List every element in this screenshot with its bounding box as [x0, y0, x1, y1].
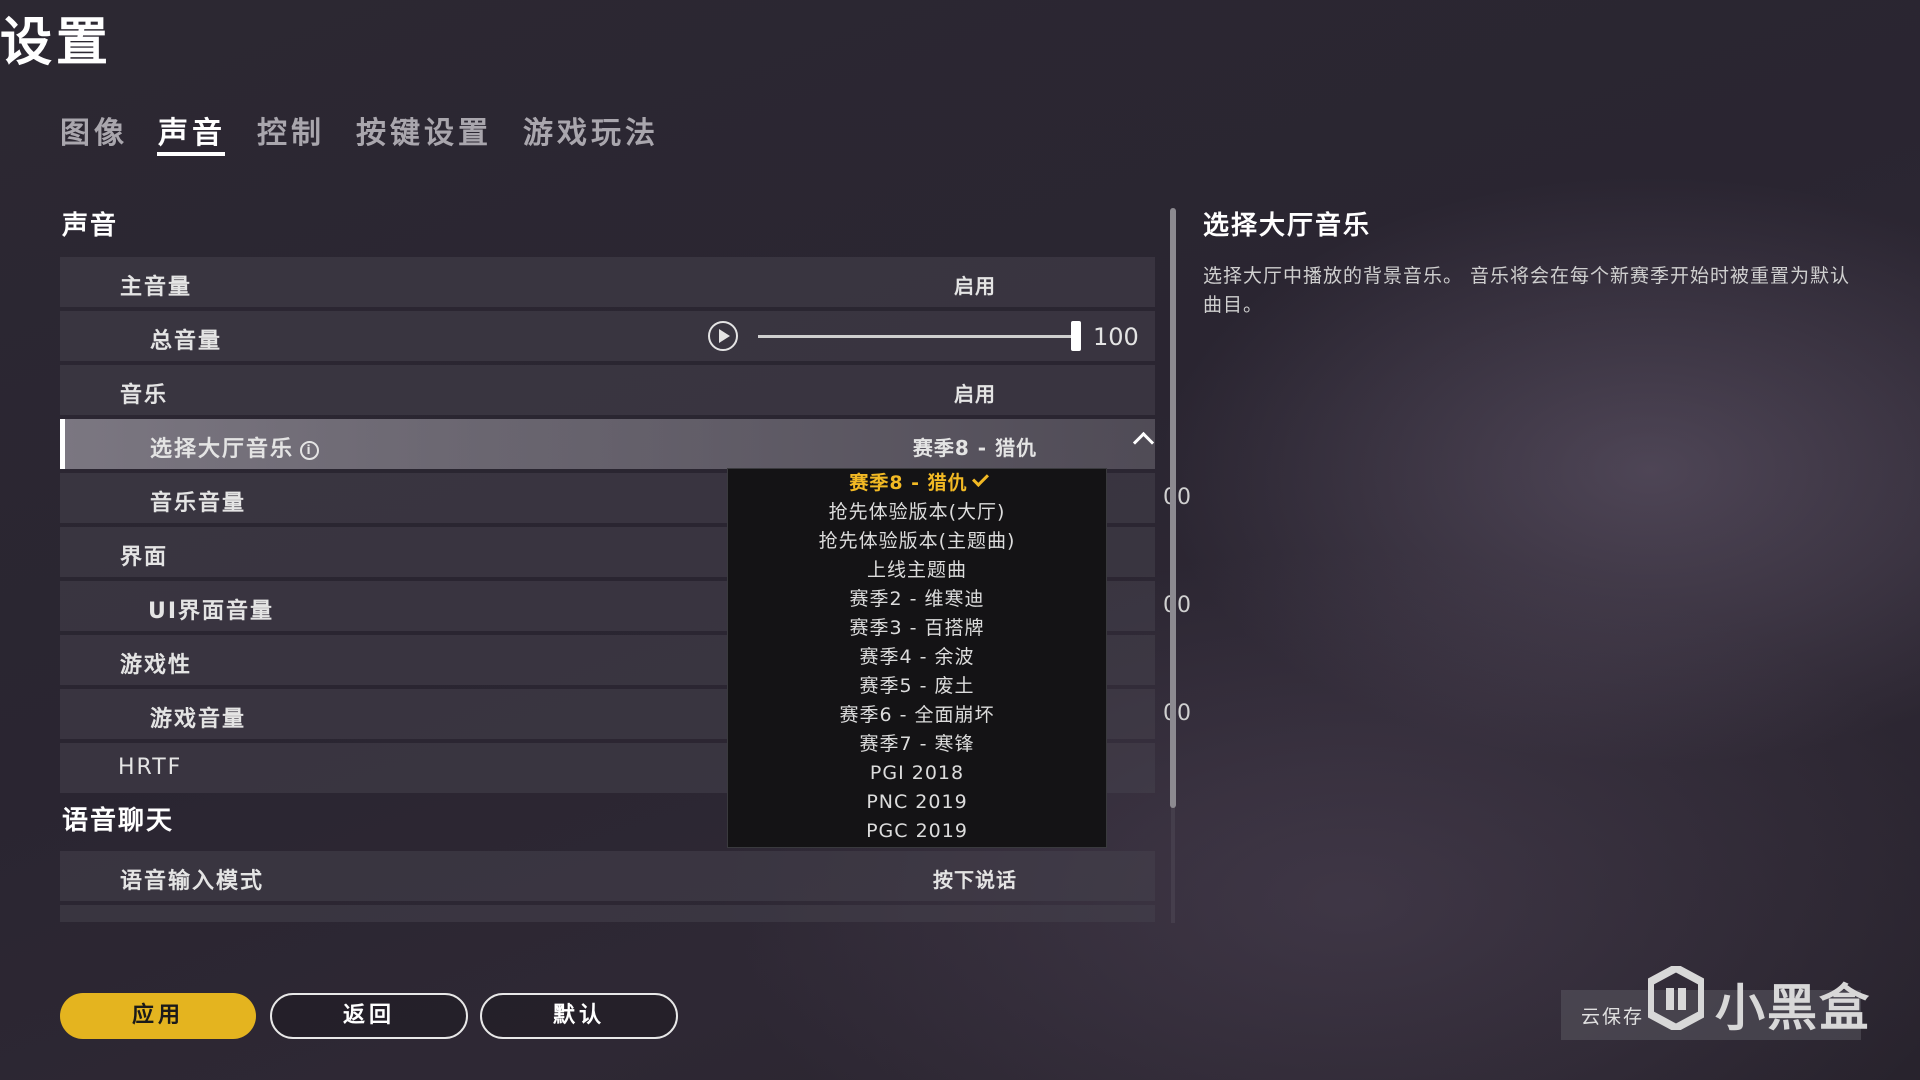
watermark-logo-text: 小黑盒: [1715, 979, 1871, 1037]
info-icon[interactable]: i: [300, 441, 320, 460]
dropdown-option[interactable]: PGI 2018: [728, 759, 1106, 788]
volume-slider-fill: [758, 335, 1078, 338]
setting-value: 赛季8 - 猎仇: [912, 436, 1038, 460]
dropdown-option-label: 抢先体验版本(主题曲): [818, 530, 1016, 552]
lobby-music-dropdown[interactable]: 赛季8 - 猎仇抢先体验版本(大厅) 抢先体验版本(主题曲) 上线主题曲赛季2 - …: [727, 468, 1107, 848]
dropdown-option[interactable]: PGC 2019: [728, 817, 1106, 846]
setting-label-lobby-music: 选择大厅音乐 i: [150, 431, 320, 463]
setting-label: 音乐音量: [150, 491, 247, 516]
dropdown-option-label: 赛季5 - 废土: [859, 675, 975, 697]
setting-label: UI界面音量: [148, 599, 275, 624]
setting-label: 音乐: [120, 383, 169, 408]
page-title: 设置: [0, 13, 113, 73]
dropdown-option-label: 抢先体验版本(大厅): [828, 501, 1006, 523]
tab-sound[interactable]: 声音: [158, 108, 226, 152]
description-title: 选择大厅音乐: [1203, 211, 1372, 241]
setting-label: 游戏性: [120, 653, 193, 678]
dropdown-option[interactable]: 赛季3 - 百搭牌: [728, 614, 1106, 643]
setting-label: 总音量: [150, 329, 223, 354]
dropdown-option-label: 上线主题曲: [866, 559, 967, 581]
volume-slider-thumb[interactable]: [1071, 321, 1081, 351]
dropdown-option[interactable]: 抢先体验版本(大厅): [728, 498, 1106, 527]
setting-row-master-volume[interactable]: 主音量 启用: [60, 257, 1155, 307]
selection-marker: [60, 419, 65, 469]
section-title-voice-chat: 语音聊天: [62, 806, 175, 836]
setting-row-partial: [60, 905, 1155, 922]
volume-value: 00: [1163, 485, 1191, 510]
setting-value: 启用: [954, 382, 996, 406]
volume-slider[interactable]: [758, 321, 1081, 351]
setting-label: 界面: [120, 545, 169, 570]
dropdown-option-label: PGC 2019: [866, 820, 968, 842]
volume-value: 100: [1093, 323, 1139, 351]
description-text: 选择大厅中播放的背景音乐。 音乐将会在每个新赛季开始时被重置为默认曲目。: [1203, 265, 1851, 316]
dropdown-option[interactable]: 赛季6 - 全面崩坏: [728, 701, 1106, 730]
dropdown-option[interactable]: 赛季4 - 余波: [728, 643, 1106, 672]
dropdown-option-label: PGI 2018: [869, 762, 965, 784]
xiaoheihe-logo-icon: [1648, 966, 1704, 1030]
setting-label: 游戏音量: [150, 707, 247, 732]
dropdown-option[interactable]: 抢先体验版本(主题曲): [728, 527, 1106, 556]
setting-label: 主音量: [120, 275, 193, 300]
dropdown-option-label: 赛季2 - 维寒迪: [849, 588, 985, 610]
active-tab-underline: [157, 152, 225, 156]
setting-label: 选择大厅音乐: [150, 437, 295, 462]
dropdown-option[interactable]: 赛季2 - 维寒迪: [728, 585, 1106, 614]
dropdown-option[interactable]: 上线主题曲: [728, 556, 1106, 585]
dropdown-option-label: 赛季8 - 猎仇: [849, 472, 968, 494]
setting-label: 语音输入模式: [120, 869, 265, 894]
dropdown-option-label: 赛季4 - 余波: [859, 646, 975, 668]
volume-value: 00: [1163, 593, 1191, 618]
play-preview-icon[interactable]: [708, 321, 738, 351]
setting-row-lobby-music[interactable]: 选择大厅音乐 i 赛季8 - 猎仇: [60, 419, 1155, 469]
section-title-sound: 声音: [62, 211, 119, 241]
tab-gameplay[interactable]: 游戏玩法: [523, 108, 659, 152]
tab-keybindings[interactable]: 按键设置: [356, 108, 492, 152]
dropdown-option-label: 赛季6 - 全面崩坏: [839, 704, 995, 726]
setting-label: HRTF: [118, 755, 183, 780]
back-button[interactable]: 返回: [270, 993, 468, 1039]
setting-row-voice-input-mode[interactable]: 语音输入模式 按下说话: [60, 851, 1155, 901]
dropdown-option-label: 赛季3 - 百搭牌: [849, 617, 985, 639]
dropdown-option-label: 赛季7 - 寒锋: [859, 733, 975, 755]
checkmark-icon: [971, 470, 989, 487]
apply-button[interactable]: 应用: [60, 993, 256, 1039]
setting-row-music[interactable]: 音乐 启用: [60, 365, 1155, 415]
setting-row-total-volume: 总音量 100: [60, 311, 1155, 361]
scrollbar-thumb[interactable]: [1170, 208, 1176, 808]
dropdown-option-label: PNC 2019: [866, 791, 968, 813]
dropdown-option[interactable]: 赛季7 - 寒锋: [728, 730, 1106, 759]
tab-controls[interactable]: 控制: [257, 108, 325, 152]
volume-value: 00: [1163, 701, 1191, 726]
tab-graphics[interactable]: 图像: [60, 108, 128, 152]
setting-value: 启用: [954, 274, 996, 298]
dropdown-option[interactable]: 赛季5 - 废土: [728, 672, 1106, 701]
dropdown-option[interactable]: PNC 2019: [728, 788, 1106, 817]
setting-value: 按下说话: [933, 868, 1017, 892]
chevron-up-icon[interactable]: [1132, 431, 1155, 454]
dropdown-option[interactable]: 赛季8 - 猎仇: [728, 469, 1106, 498]
default-button[interactable]: 默认: [480, 993, 678, 1039]
cloud-save-label: 云保存: [1581, 1006, 1645, 1028]
